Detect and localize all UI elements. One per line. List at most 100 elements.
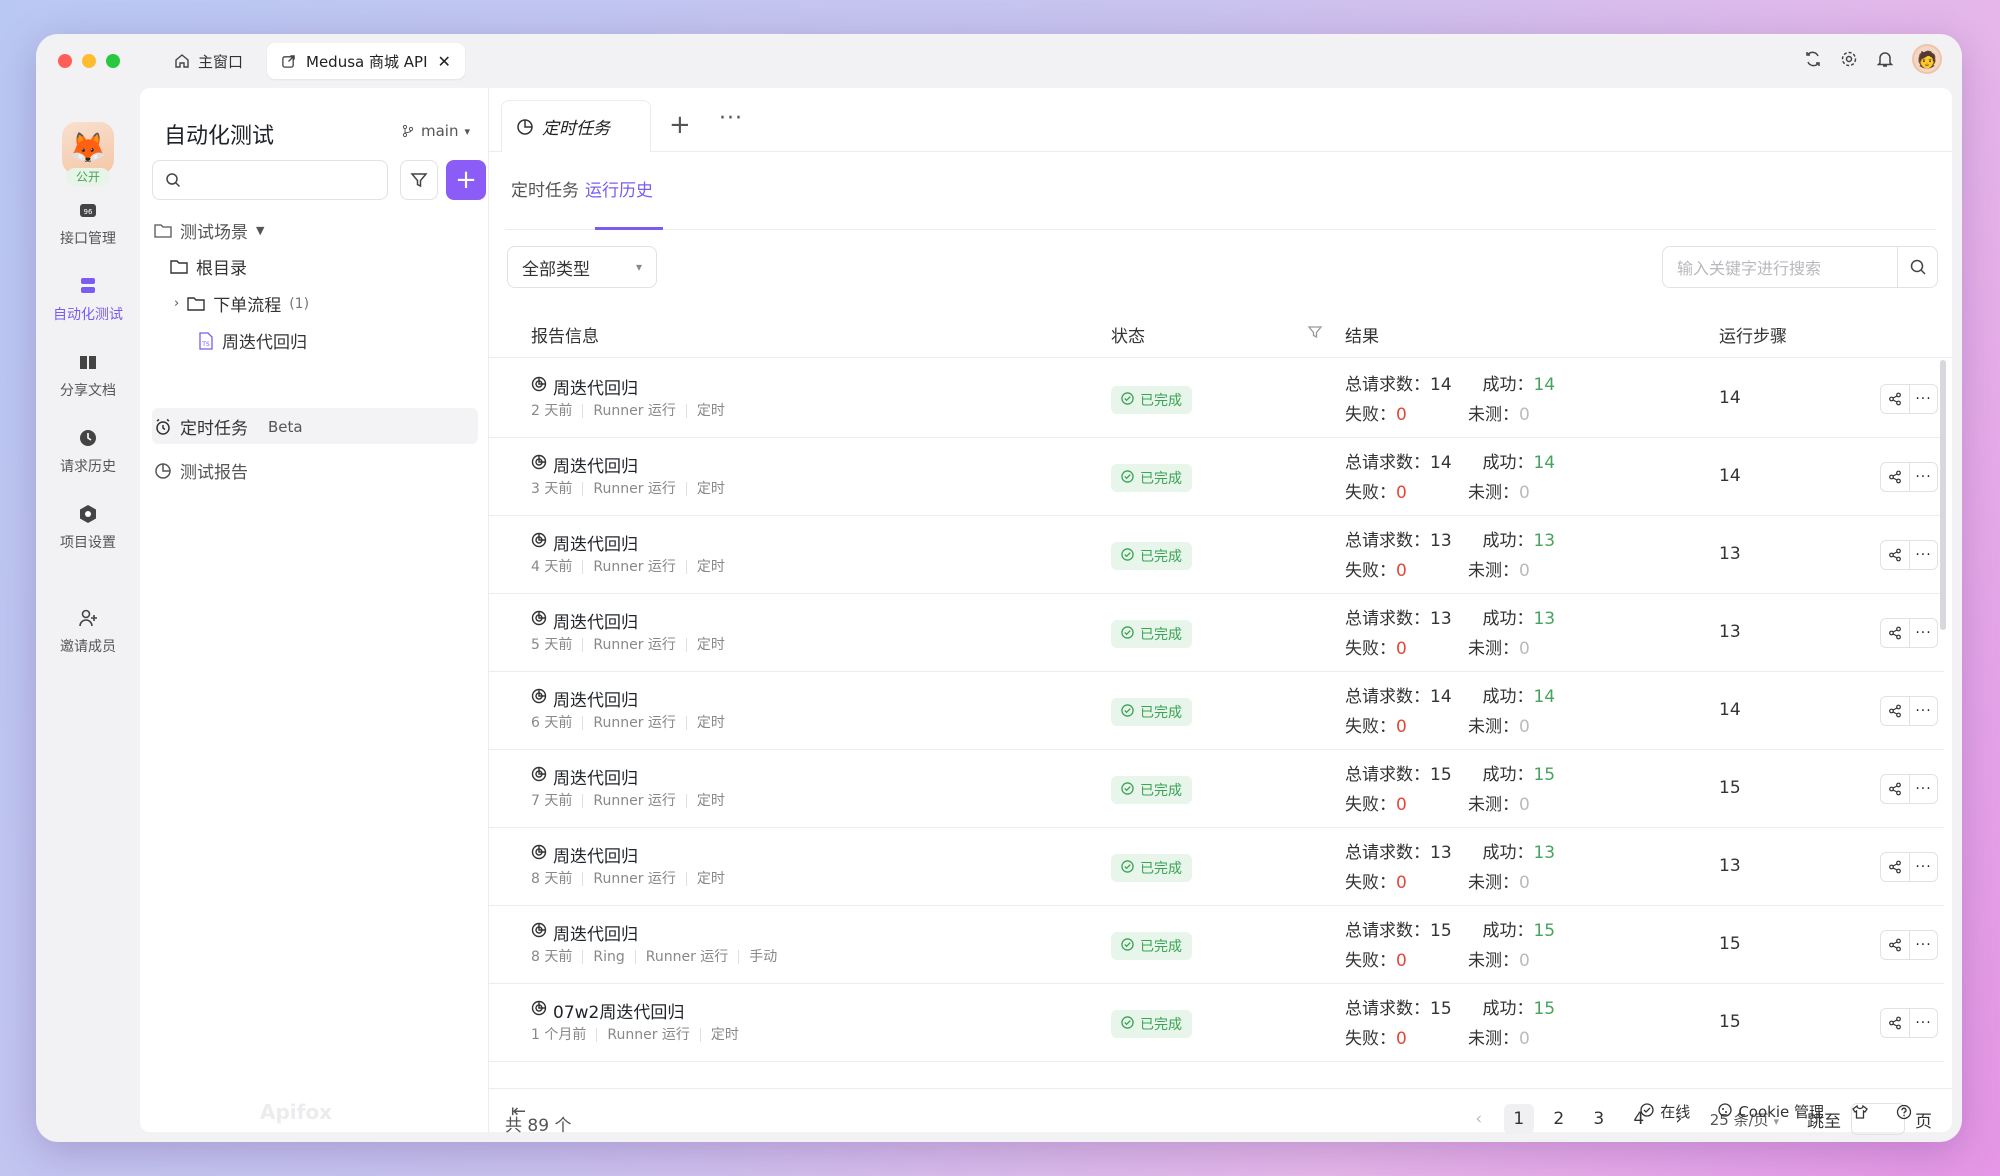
report-title-text: 周迭代回归 bbox=[553, 379, 638, 399]
table-row[interactable]: 周迭代回归 8 天前 Ring Runner 运行 手动 已完成 总请求数：15 成功… bbox=[489, 906, 1944, 984]
report-meta-item: Runner 运行 bbox=[582, 638, 686, 652]
scrollbar[interactable] bbox=[1940, 360, 1946, 630]
tab-home[interactable]: 主窗口 bbox=[164, 43, 253, 79]
table-row[interactable]: 周迭代回归 8 天前 Runner 运行 定时 已完成 总请求数：13 成功：13 … bbox=[489, 828, 1944, 906]
tree-item-scenes[interactable]: 测试场景 ▼ bbox=[154, 218, 264, 243]
report-meta: 6 天前 Runner 运行 定时 bbox=[531, 716, 735, 730]
table-row[interactable]: 周迭代回归 6 天前 Runner 运行 定时 已完成 总请求数：14 成功：14 … bbox=[489, 672, 1944, 750]
table-row[interactable]: 周迭代回归 7 天前 Runner 运行 定时 已完成 总请求数：15 成功：15 … bbox=[489, 750, 1944, 828]
cookie-manager[interactable]: Cookie 管理 bbox=[1718, 1101, 1824, 1122]
report-meta-item: 定时 bbox=[685, 482, 735, 496]
report-title[interactable]: 07w2周迭代回归 bbox=[531, 998, 684, 1023]
more-icon[interactable]: ··· bbox=[1909, 463, 1937, 491]
share-icon[interactable] bbox=[1881, 697, 1909, 725]
add-button[interactable]: + bbox=[446, 160, 486, 200]
report-title[interactable]: 周迭代回归 bbox=[531, 608, 638, 633]
table-row[interactable]: 周迭代回归 4 天前 Runner 运行 定时 已完成 总请求数：13 成功：13 … bbox=[489, 516, 1944, 594]
keyword-search[interactable]: 输入关键字进行搜索 bbox=[1662, 246, 1938, 288]
type-select[interactable]: 全部类型 ▾ bbox=[507, 246, 657, 288]
more-icon[interactable]: ··· bbox=[1909, 775, 1937, 803]
untested-value: 0 bbox=[1519, 951, 1530, 971]
status-bar-actions: 在线 Cookie 管理 bbox=[1640, 1101, 1912, 1122]
share-icon[interactable] bbox=[1881, 775, 1909, 803]
filter-button[interactable] bbox=[400, 160, 438, 200]
more-icon[interactable]: ··· bbox=[1909, 931, 1937, 959]
tab-project[interactable]: Medusa 商城 API ✕ bbox=[267, 43, 465, 79]
report-title[interactable]: 周迭代回归 bbox=[531, 374, 638, 399]
share-icon[interactable] bbox=[1881, 1009, 1909, 1037]
subtab-scheduled[interactable]: 定时任务 bbox=[511, 176, 579, 201]
report-icon bbox=[531, 454, 547, 475]
share-icon[interactable] bbox=[1881, 463, 1909, 491]
chevron-right-icon[interactable]: › bbox=[174, 296, 179, 311]
shirt-icon[interactable] bbox=[1852, 1104, 1868, 1120]
tree-item-scheduled[interactable]: 定时任务 Beta bbox=[154, 414, 303, 439]
report-title-text: 周迭代回归 bbox=[553, 847, 638, 867]
search-button[interactable] bbox=[1897, 247, 1937, 287]
more-icon[interactable]: ··· bbox=[719, 106, 743, 131]
report-title[interactable]: 周迭代回归 bbox=[531, 764, 638, 789]
share-icon[interactable] bbox=[1881, 931, 1909, 959]
report-title[interactable]: 周迭代回归 bbox=[531, 920, 638, 945]
tree-search-input[interactable] bbox=[152, 160, 388, 200]
more-icon[interactable]: ··· bbox=[1909, 853, 1937, 881]
collapse-sidebar-icon[interactable]: ⇤ bbox=[511, 1101, 526, 1122]
minimize-window-button[interactable] bbox=[82, 54, 96, 68]
rail-item-share-docs[interactable]: 分享文档 bbox=[36, 350, 140, 400]
report-meta-item: 定时 bbox=[685, 404, 735, 418]
share-icon[interactable] bbox=[1881, 541, 1909, 569]
subtab-run-history[interactable]: 运行历史 bbox=[585, 176, 653, 201]
gear-icon[interactable] bbox=[1840, 50, 1858, 68]
rail-item-history[interactable]: 请求历史 bbox=[36, 426, 140, 476]
tree-item-count: (1) bbox=[289, 295, 310, 312]
status-filter-icon[interactable] bbox=[1307, 324, 1323, 345]
untested-label: 未测： bbox=[1468, 1029, 1519, 1049]
rail-item-api[interactable]: 96 接口管理 bbox=[36, 198, 140, 248]
share-icon[interactable] bbox=[1881, 619, 1909, 647]
report-title[interactable]: 周迭代回归 bbox=[531, 842, 638, 867]
report-title[interactable]: 周迭代回归 bbox=[531, 686, 638, 711]
help-icon[interactable] bbox=[1896, 1104, 1912, 1120]
more-icon[interactable]: ··· bbox=[1909, 541, 1937, 569]
untested-value: 0 bbox=[1519, 873, 1530, 893]
fail-label: 失败： bbox=[1345, 639, 1396, 659]
table-row[interactable]: 周迭代回归 2 天前 Runner 运行 定时 已完成 总请求数：14 成功：14 … bbox=[489, 360, 1944, 438]
project-logo[interactable]: 🦊 bbox=[62, 122, 114, 174]
fail-label: 失败： bbox=[1345, 483, 1396, 503]
table-row[interactable]: 周迭代回归 5 天前 Runner 运行 定时 已完成 总请求数：13 成功：13 … bbox=[489, 594, 1944, 672]
bell-icon[interactable] bbox=[1876, 50, 1894, 68]
report-title[interactable]: 周迭代回归 bbox=[531, 530, 638, 555]
success-value: 14 bbox=[1533, 687, 1556, 707]
more-icon[interactable]: ··· bbox=[1909, 1009, 1937, 1037]
table-row[interactable]: 07w2周迭代回归 1 个月前 Runner 运行 定时 已完成 总请求数：15 成… bbox=[489, 984, 1944, 1062]
more-icon[interactable]: ··· bbox=[1909, 619, 1937, 647]
check-circle-icon bbox=[1121, 625, 1134, 643]
branch-selector[interactable]: main ▾ bbox=[401, 122, 470, 140]
online-status[interactable]: 在线 bbox=[1640, 1101, 1690, 1122]
rail-item-invite[interactable]: 邀请成员 bbox=[36, 606, 140, 656]
user-avatar[interactable]: 🧑 bbox=[1912, 44, 1942, 74]
more-icon[interactable]: ··· bbox=[1909, 697, 1937, 725]
report-title[interactable]: 周迭代回归 bbox=[531, 452, 638, 477]
refresh-icon[interactable] bbox=[1804, 50, 1822, 68]
share-icon[interactable] bbox=[1881, 385, 1909, 413]
close-window-button[interactable] bbox=[58, 54, 72, 68]
tab-scheduled-tasks[interactable]: 定时任务 bbox=[501, 100, 651, 152]
status-badge: 已完成 bbox=[1111, 386, 1192, 414]
report-icon bbox=[531, 844, 547, 865]
tree-item-order-flow[interactable]: › 下单流程 (1) bbox=[174, 291, 310, 317]
beta-badge: Beta bbox=[268, 417, 303, 436]
rail-item-automation[interactable]: 自动化测试 bbox=[36, 274, 140, 324]
maximize-window-button[interactable] bbox=[106, 54, 120, 68]
table-row[interactable]: 周迭代回归 3 天前 Runner 运行 定时 已完成 总请求数：14 成功：14 … bbox=[489, 438, 1944, 516]
new-tab-button[interactable]: + bbox=[669, 110, 691, 140]
more-icon[interactable]: ··· bbox=[1909, 385, 1937, 413]
untested-value: 0 bbox=[1519, 483, 1530, 503]
tree-item-regression[interactable]: TS 周迭代回归 bbox=[198, 328, 307, 353]
success-value: 15 bbox=[1533, 921, 1556, 941]
tree-item-reports[interactable]: 测试报告 bbox=[154, 458, 248, 483]
close-icon[interactable]: ✕ bbox=[438, 52, 451, 71]
share-icon[interactable] bbox=[1881, 853, 1909, 881]
rail-item-settings[interactable]: 项目设置 bbox=[36, 502, 140, 552]
tree-item-root[interactable]: 根目录 bbox=[170, 254, 247, 279]
